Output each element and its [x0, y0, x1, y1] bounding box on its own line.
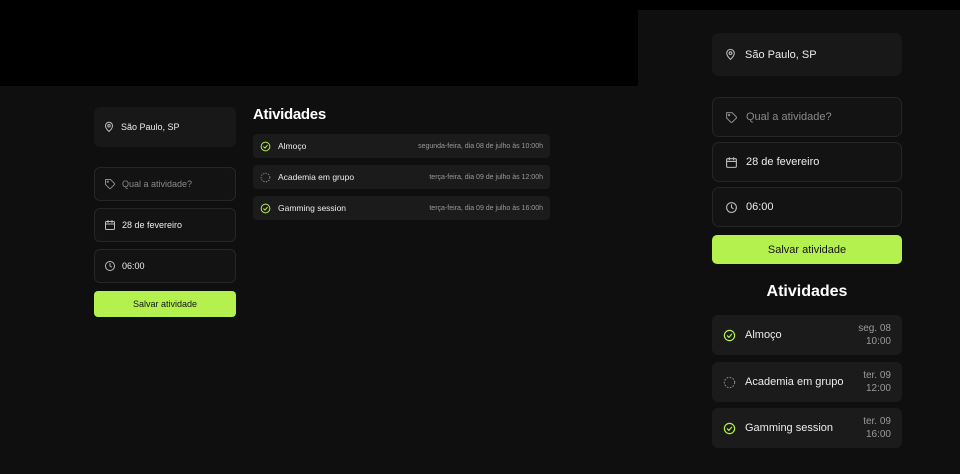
activity-row[interactable]: Gamming session ter. 09 16:00 — [712, 408, 902, 448]
save-activity-button[interactable]: Salvar atividade — [94, 291, 236, 317]
date-input[interactable]: 28 de fevereiro — [712, 142, 902, 182]
activity-placeholder: Qual a atividade? — [122, 179, 193, 189]
activity-name: Gamming session — [278, 203, 347, 213]
activity-row[interactable]: Gamming session terça-feira, dia 09 de j… — [253, 196, 550, 220]
date-value: 28 de fevereiro — [746, 156, 820, 168]
map-pin-icon — [724, 48, 737, 61]
activity-time: 16:00 — [865, 429, 891, 440]
activity-day: seg. 08 — [858, 323, 891, 334]
activities-title: Atividades — [253, 106, 326, 123]
time-value: 06:00 — [746, 201, 774, 213]
location-label: São Paulo, SP — [121, 122, 180, 132]
activity-date: ter. 09 16:00 — [863, 415, 891, 441]
calendar-icon — [725, 156, 738, 169]
activity-input[interactable]: Qual a atividade? — [94, 167, 236, 201]
location-label: São Paulo, SP — [745, 48, 817, 61]
activity-name: Academia em grupo — [745, 376, 844, 388]
activity-time: 12:00 — [865, 383, 891, 394]
activity-name: Almoço — [278, 141, 307, 151]
activity-day: ter. 09 — [863, 370, 891, 381]
date-value: 28 de fevereiro — [122, 220, 183, 230]
activity-input[interactable]: Qual a atividade? — [712, 97, 902, 137]
activity-day: ter. 09 — [863, 416, 891, 427]
activity-row[interactable]: Academia em grupo terça-feira, dia 09 de… — [253, 165, 550, 189]
pending-circle-icon[interactable] — [260, 172, 271, 183]
map-pin-icon — [103, 121, 115, 133]
pending-circle-icon[interactable] — [723, 376, 736, 389]
calendar-icon — [104, 219, 116, 231]
tag-icon — [725, 111, 738, 124]
activity-name: Gamming session — [745, 422, 834, 434]
activity-date: segunda-feira, dia 08 de julho às 10:00h — [418, 142, 543, 150]
time-input[interactable]: 06:00 — [712, 187, 902, 227]
activity-row[interactable]: Academia em grupo ter. 09 12:00 — [712, 362, 902, 402]
check-circle-icon[interactable] — [723, 329, 736, 342]
activities-title: Atividades — [766, 283, 848, 300]
clock-icon — [104, 260, 116, 272]
activity-time: 10:00 — [865, 336, 891, 347]
save-activity-button[interactable]: Salvar atividade — [712, 235, 902, 264]
activity-date: terça-feira, dia 09 de julho às 16:00h — [429, 204, 543, 212]
date-input[interactable]: 28 de fevereiro — [94, 208, 236, 242]
activity-name: Academia em grupo — [278, 172, 355, 182]
desktop-view: São Paulo, SP Qual a atividade? 28 de fe… — [0, 86, 638, 474]
check-circle-icon[interactable] — [723, 422, 736, 435]
location-card[interactable]: São Paulo, SP — [94, 107, 236, 147]
activity-placeholder: Qual a atividade? — [746, 111, 832, 123]
location-card[interactable]: São Paulo, SP — [712, 33, 902, 76]
check-circle-icon[interactable] — [260, 203, 271, 214]
activity-date: seg. 08 10:00 — [858, 322, 891, 348]
activity-date: ter. 09 12:00 — [863, 369, 891, 395]
mobile-view: São Paulo, SP Qual a atividade? 28 de fe… — [638, 10, 960, 474]
tag-icon — [104, 178, 116, 190]
clock-icon — [725, 201, 738, 214]
time-value: 06:00 — [122, 261, 145, 271]
activity-row[interactable]: Almoço segunda-feira, dia 08 de julho às… — [253, 134, 550, 158]
check-circle-icon[interactable] — [260, 141, 271, 152]
activity-name: Almoço — [745, 329, 782, 341]
activity-row[interactable]: Almoço seg. 08 10:00 — [712, 315, 902, 355]
activity-date: terça-feira, dia 09 de julho às 12:00h — [429, 173, 543, 181]
time-input[interactable]: 06:00 — [94, 249, 236, 283]
